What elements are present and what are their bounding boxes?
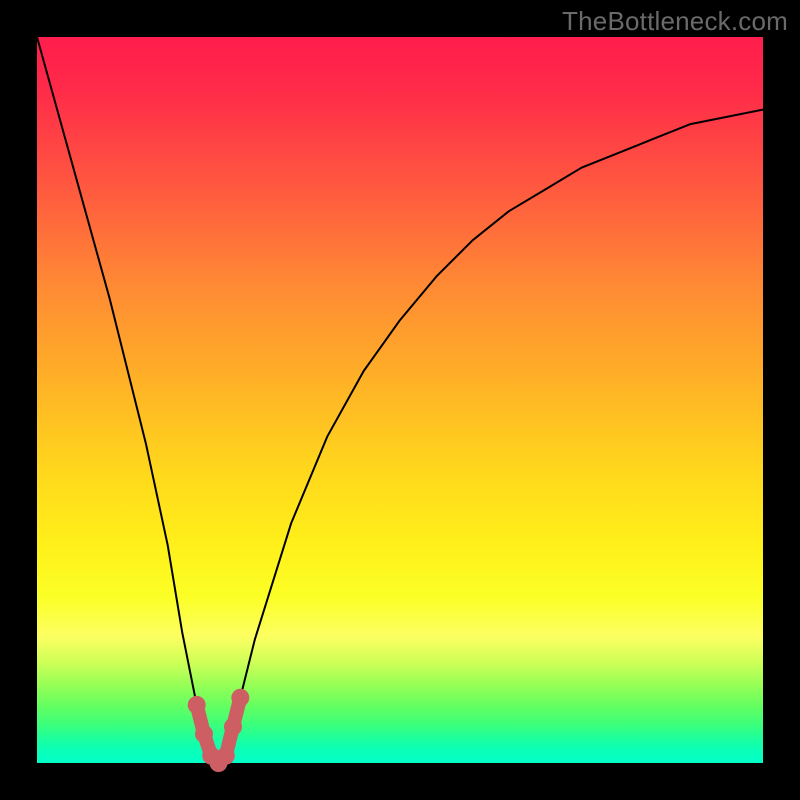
- highlight-dot: [224, 718, 242, 736]
- curve-svg: [37, 37, 763, 763]
- highlight-dots: [188, 689, 250, 772]
- bottleneck-curve: [37, 37, 763, 763]
- highlight-dot: [231, 689, 249, 707]
- watermark-text: TheBottleneck.com: [562, 6, 788, 37]
- highlight-dot: [188, 696, 206, 714]
- plot-area: [37, 37, 763, 763]
- chart-frame: TheBottleneck.com: [0, 0, 800, 800]
- highlight-dot: [217, 747, 235, 765]
- highlight-dot: [195, 725, 213, 743]
